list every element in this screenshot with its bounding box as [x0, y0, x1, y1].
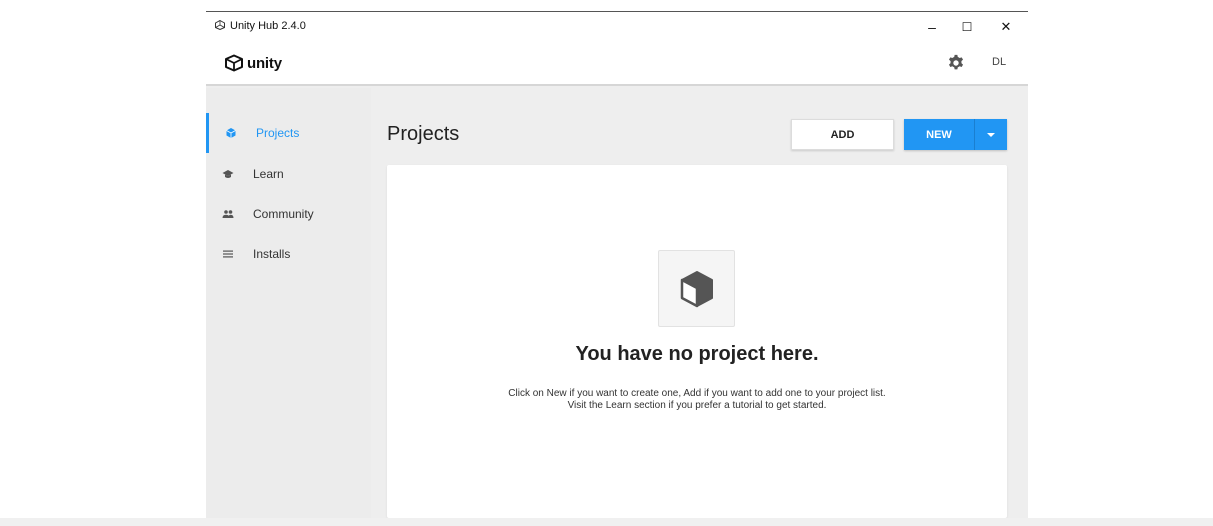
sidebar: Projects Learn Community Installs: [206, 88, 371, 518]
unity-app-icon: [215, 20, 225, 30]
sidebar-item-learn[interactable]: Learn: [206, 154, 371, 194]
user-avatar[interactable]: DL: [992, 56, 1006, 68]
graduation-cap-icon: [222, 170, 234, 178]
new-button[interactable]: NEW: [904, 119, 974, 150]
sidebar-item-label: Projects: [256, 126, 300, 140]
add-button[interactable]: ADD: [791, 119, 894, 150]
empty-state-description: Click on New if you want to create one, …: [508, 388, 886, 411]
list-icon: [223, 250, 233, 258]
gear-icon[interactable]: [947, 54, 965, 72]
close-icon: ✕: [1000, 19, 1012, 34]
cube-icon: [680, 270, 713, 307]
people-icon: [222, 210, 234, 218]
projects-card: You have no project here. Click on New i…: [387, 165, 1007, 518]
sidebar-item-community[interactable]: Community: [206, 194, 371, 234]
sidebar-item-projects[interactable]: Projects: [206, 113, 371, 153]
empty-state-illustration: [658, 250, 735, 327]
new-dropdown-button[interactable]: [975, 119, 1007, 150]
window-title: Unity Hub 2.4.0: [230, 20, 306, 32]
empty-state-title: You have no project here.: [575, 343, 819, 365]
unity-logo-icon: [225, 54, 243, 72]
background-strip: [0, 518, 1213, 526]
sidebar-item-label: Learn: [253, 167, 284, 181]
logo-text: unity: [247, 54, 282, 72]
minimize-icon: –: [928, 19, 936, 35]
screen: Unity Hub 2.4.0 – ☐ ✕ unity DL Projects …: [0, 0, 1213, 526]
hub-header: unity DL: [206, 41, 1028, 86]
minimize-button[interactable]: –: [914, 16, 950, 38]
sidebar-item-label: Community: [253, 207, 314, 221]
maximize-button[interactable]: ☐: [949, 16, 985, 38]
cube-icon: [226, 128, 236, 138]
chevron-down-icon: [987, 132, 995, 137]
page-title: Projects: [387, 123, 460, 145]
title-bar[interactable]: Unity Hub 2.4.0 – ☐ ✕: [206, 11, 1028, 41]
sidebar-item-installs[interactable]: Installs: [206, 234, 371, 274]
close-button[interactable]: ✕: [988, 16, 1024, 38]
unity-logo: unity: [224, 54, 282, 72]
new-button-group: NEW: [904, 119, 1007, 150]
sidebar-item-label: Installs: [253, 247, 291, 261]
maximize-icon: ☐: [961, 20, 973, 34]
unity-hub-window: Unity Hub 2.4.0 – ☐ ✕ unity DL Projects …: [206, 11, 1028, 518]
